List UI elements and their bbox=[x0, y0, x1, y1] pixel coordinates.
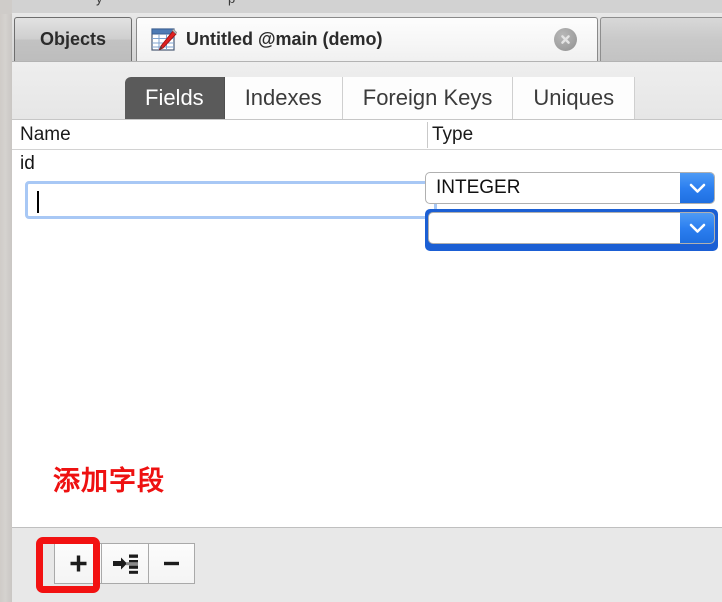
clipped-top-strip: y p bbox=[0, 0, 722, 13]
clipped-text-1: y bbox=[96, 0, 103, 6]
tab-fields[interactable]: Fields bbox=[125, 77, 225, 119]
tab-foreign-keys-label: Foreign Keys bbox=[362, 85, 493, 110]
tab-indexes-label: Indexes bbox=[244, 85, 322, 110]
column-header-name[interactable]: Name bbox=[20, 120, 71, 150]
remove-field-button[interactable] bbox=[148, 543, 195, 584]
tab-uniques[interactable]: Uniques bbox=[513, 77, 636, 119]
chevron-down-icon[interactable] bbox=[680, 173, 714, 203]
application-window: y p Objects bbox=[0, 0, 722, 602]
field-name-input-inner bbox=[30, 186, 432, 214]
field-action-buttons bbox=[54, 543, 195, 584]
fields-grid-header: Name Type bbox=[12, 120, 722, 150]
field-type-combo-row2[interactable] bbox=[428, 212, 715, 244]
tab-fields-label: Fields bbox=[145, 85, 204, 110]
insert-field-button[interactable] bbox=[101, 543, 148, 584]
close-icon[interactable] bbox=[554, 28, 577, 51]
field-type-combo-row1[interactable]: INTEGER bbox=[425, 172, 715, 204]
document-tab-bar: Objects Untitled @main (demo) bbox=[12, 13, 722, 62]
field-name-cell[interactable]: id bbox=[20, 150, 420, 178]
table-edit-icon bbox=[151, 27, 178, 52]
field-name-input[interactable] bbox=[25, 181, 437, 219]
insert-field-icon bbox=[112, 553, 139, 574]
window-left-edge-top bbox=[0, 0, 12, 14]
annotation-label-add-field: 添加字段 bbox=[53, 466, 165, 497]
text-caret bbox=[37, 191, 39, 213]
tab-objects[interactable]: Objects bbox=[14, 17, 132, 61]
tab-uniques-label: Uniques bbox=[533, 85, 615, 110]
tab-untitled-label: Untitled @main (demo) bbox=[186, 29, 383, 49]
tab-empty-slot[interactable] bbox=[600, 17, 722, 61]
minus-icon bbox=[161, 553, 182, 574]
field-type-value: INTEGER bbox=[436, 177, 521, 198]
clipped-text-2: p bbox=[228, 0, 235, 6]
window-left-edge bbox=[0, 0, 12, 602]
tab-untitled-main-demo[interactable]: Untitled @main (demo) bbox=[136, 17, 598, 61]
fields-toolbar bbox=[12, 527, 722, 602]
chevron-down-icon[interactable] bbox=[680, 213, 714, 243]
add-field-button[interactable] bbox=[54, 543, 101, 584]
plus-icon bbox=[68, 553, 89, 574]
tab-foreign-keys[interactable]: Foreign Keys bbox=[342, 77, 514, 119]
object-section-tab-bar: Fields Indexes Foreign Keys Uniques bbox=[12, 62, 722, 119]
tab-indexes[interactable]: Indexes bbox=[224, 77, 343, 119]
column-header-type[interactable]: Type bbox=[427, 122, 473, 148]
tab-objects-label: Objects bbox=[39, 29, 107, 49]
